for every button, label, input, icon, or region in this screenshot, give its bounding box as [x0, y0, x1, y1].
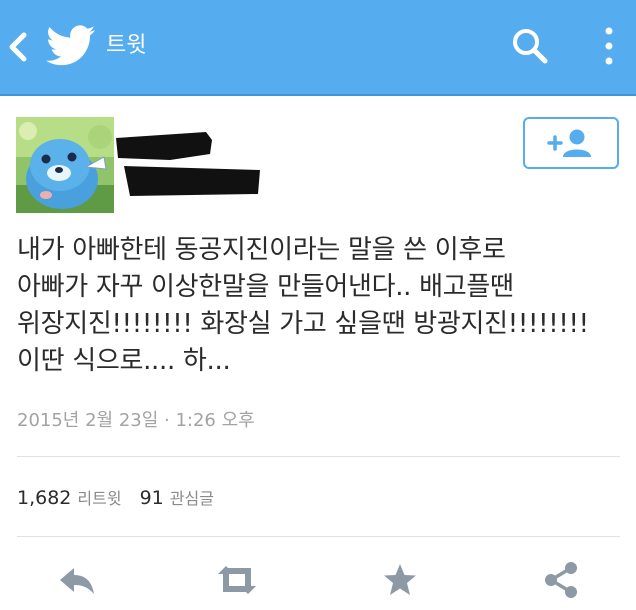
add-user-icon	[547, 129, 591, 157]
share-button[interactable]	[542, 560, 580, 600]
twitter-bird-icon	[46, 25, 96, 66]
search-icon	[513, 29, 548, 64]
reply-icon	[60, 568, 94, 594]
favorite-star-icon	[384, 564, 416, 595]
follow-button[interactable]	[523, 117, 619, 169]
page-title: 트윗	[106, 33, 147, 58]
retweet-count[interactable]: 1,682	[17, 487, 71, 509]
back-arrow-icon	[9, 32, 27, 62]
tweet-stats: 1,682 리트윗 91 관심글	[17, 484, 232, 512]
retweet-button[interactable]	[214, 560, 260, 600]
avatar-image	[16, 117, 114, 213]
favorite-label[interactable]: 관심글	[170, 489, 214, 508]
tweet-text: 내가 아빠한테 동공지진이라는 말을 쓴 이후로 아빠가 자꾸 이상한말을 만들…	[17, 235, 589, 376]
share-icon	[545, 562, 577, 598]
retweet-label[interactable]: 리트윗	[77, 489, 121, 508]
search-button[interactable]	[510, 26, 550, 66]
more-vert-icon	[605, 27, 613, 65]
retweet-icon	[218, 566, 256, 594]
favorite-count[interactable]: 91	[140, 487, 164, 509]
back-button[interactable]	[6, 30, 32, 64]
redacted-username	[110, 124, 270, 204]
divider	[17, 456, 620, 457]
twitter-logo	[46, 24, 96, 68]
reply-button[interactable]	[56, 560, 98, 600]
avatar[interactable]	[16, 117, 114, 213]
divider	[17, 536, 620, 537]
redaction-marks	[116, 132, 260, 196]
favorite-button[interactable]	[380, 560, 420, 600]
overflow-menu-button[interactable]	[598, 24, 620, 68]
app-header: 트윗	[0, 0, 636, 96]
tweet-timestamp: 2015년 2월 23일 · 1:26 오후	[17, 410, 255, 431]
